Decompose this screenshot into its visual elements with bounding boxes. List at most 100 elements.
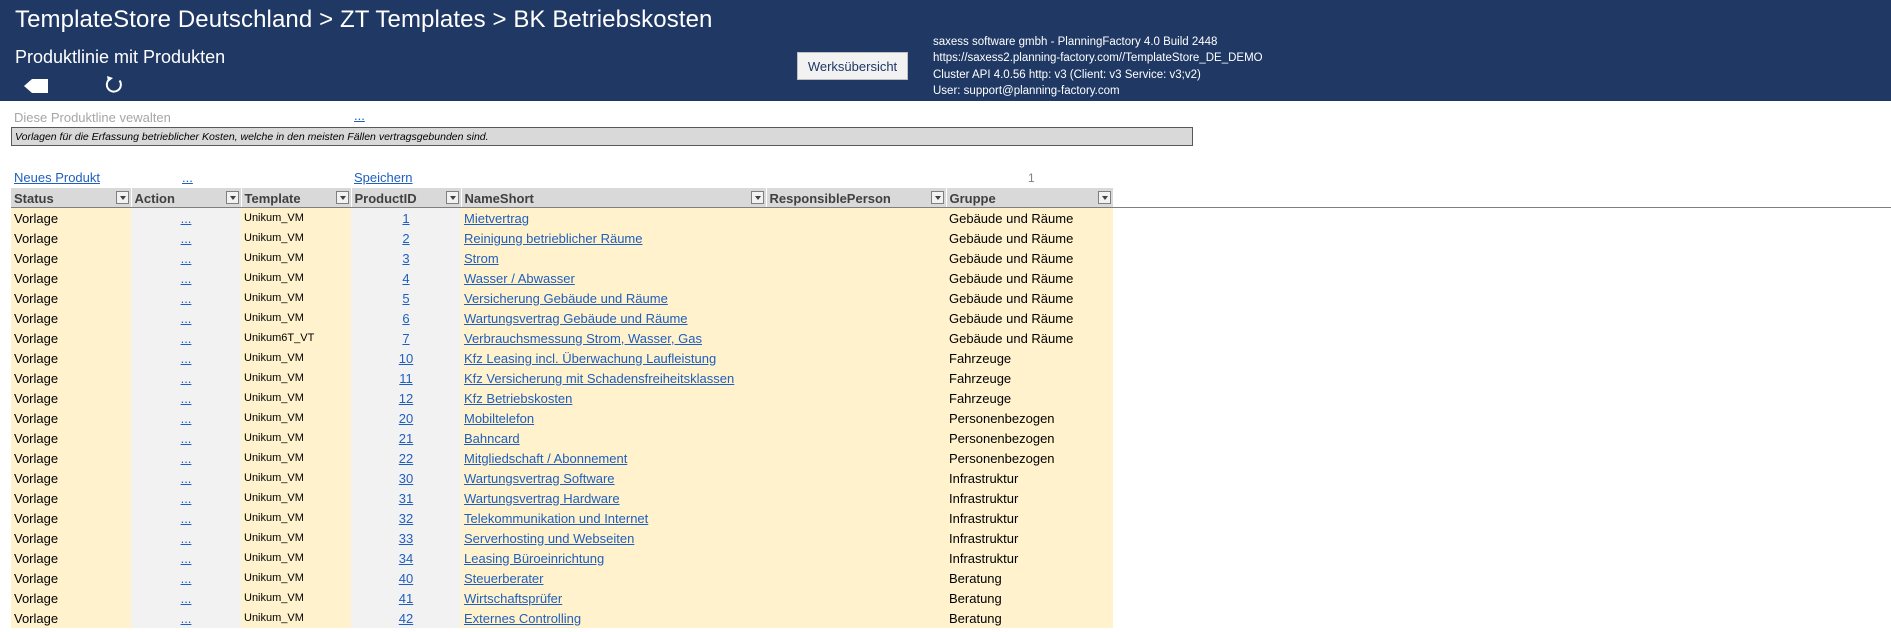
product-id-link[interactable]: 10 xyxy=(399,351,413,366)
product-id-link[interactable]: 5 xyxy=(402,291,409,306)
product-id-link[interactable]: 20 xyxy=(399,411,413,426)
row-action-link[interactable]: ... xyxy=(181,491,192,506)
product-id-link[interactable]: 33 xyxy=(399,531,413,546)
product-name-link[interactable]: Wartungsvertrag Software xyxy=(464,471,615,486)
cell-responsibleperson[interactable] xyxy=(766,448,946,468)
product-name-link[interactable]: Telekommunikation und Internet xyxy=(464,511,648,526)
refresh-icon[interactable] xyxy=(104,75,124,95)
cell-responsibleperson[interactable] xyxy=(766,408,946,428)
product-id-link[interactable]: 34 xyxy=(399,551,413,566)
row-action-link[interactable]: ... xyxy=(181,471,192,486)
cell-responsibleperson[interactable] xyxy=(766,468,946,488)
filter-dropdown-icon[interactable] xyxy=(225,191,239,204)
product-id-link[interactable]: 12 xyxy=(399,391,413,406)
product-name-link[interactable]: Mobiltelefon xyxy=(464,411,534,426)
save-link[interactable]: Speichern xyxy=(354,170,413,185)
filter-dropdown-icon[interactable] xyxy=(115,191,129,204)
product-name-link[interactable]: Strom xyxy=(464,251,499,266)
cell-responsibleperson[interactable] xyxy=(766,348,946,368)
product-id-link[interactable]: 31 xyxy=(399,491,413,506)
product-id-link[interactable]: 22 xyxy=(399,451,413,466)
row-action-link[interactable]: ... xyxy=(181,331,192,346)
cell-responsibleperson[interactable] xyxy=(766,248,946,268)
cell-responsibleperson[interactable] xyxy=(766,528,946,548)
cell-responsibleperson[interactable] xyxy=(766,388,946,408)
product-name-link[interactable]: Mitgliedschaft / Abonnement xyxy=(464,451,627,466)
product-name-link[interactable]: Mietvertrag xyxy=(464,211,529,226)
product-name-link[interactable]: Leasing Büroeinrichtung xyxy=(464,551,604,566)
product-name-link[interactable]: Externes Controlling xyxy=(464,611,581,626)
row-action-link[interactable]: ... xyxy=(181,611,192,626)
product-id-link[interactable]: 3 xyxy=(402,251,409,266)
cell-responsibleperson[interactable] xyxy=(766,488,946,508)
cell-responsibleperson[interactable] xyxy=(766,268,946,288)
row-action-link[interactable]: ... xyxy=(181,271,192,286)
product-id-link[interactable]: 2 xyxy=(402,231,409,246)
product-name-link[interactable]: Bahncard xyxy=(464,431,520,446)
product-name-link[interactable]: Kfz Versicherung mit Schadensfreiheitskl… xyxy=(464,371,734,386)
row-action-link[interactable]: ... xyxy=(181,431,192,446)
cell-status: Vorlage xyxy=(11,208,131,228)
werksuebersicht-button[interactable]: Werksübersicht xyxy=(797,52,908,80)
row-action-link[interactable]: ... xyxy=(181,571,192,586)
row-action-link[interactable]: ... xyxy=(181,351,192,366)
cell-responsibleperson[interactable] xyxy=(766,428,946,448)
action-menu-link[interactable]: ... xyxy=(182,170,193,185)
filter-dropdown-icon[interactable] xyxy=(930,191,944,204)
cell-responsibleperson[interactable] xyxy=(766,308,946,328)
cell-responsibleperson[interactable] xyxy=(766,508,946,528)
filter-dropdown-icon[interactable] xyxy=(750,191,764,204)
product-name-link[interactable]: Wartungsvertrag Gebäude und Räume xyxy=(464,311,688,326)
row-action-link[interactable]: ... xyxy=(181,551,192,566)
cell-responsibleperson[interactable] xyxy=(766,608,946,628)
product-id-link[interactable]: 30 xyxy=(399,471,413,486)
product-name-link[interactable]: Serverhosting und Webseiten xyxy=(464,531,634,546)
product-id-link[interactable]: 40 xyxy=(399,571,413,586)
product-name-link[interactable]: Wartungsvertrag Hardware xyxy=(464,491,620,506)
filter-dropdown-icon[interactable] xyxy=(335,191,349,204)
row-action-link[interactable]: ... xyxy=(181,591,192,606)
product-id-link[interactable]: 7 xyxy=(402,331,409,346)
product-name-link[interactable]: Steuerberater xyxy=(464,571,544,586)
row-action-link[interactable]: ... xyxy=(181,391,192,406)
filter-dropdown-icon[interactable] xyxy=(1097,191,1111,204)
row-action-link[interactable]: ... xyxy=(181,451,192,466)
cell-responsibleperson[interactable] xyxy=(766,548,946,568)
filter-dropdown-icon[interactable] xyxy=(445,191,459,204)
product-id-link[interactable]: 1 xyxy=(402,211,409,226)
row-action-link[interactable]: ... xyxy=(181,411,192,426)
row-action-link[interactable]: ... xyxy=(181,511,192,526)
product-name-link[interactable]: Kfz Leasing incl. Überwachung Laufleistu… xyxy=(464,351,716,366)
row-action-link[interactable]: ... xyxy=(181,531,192,546)
product-id-link[interactable]: 41 xyxy=(399,591,413,606)
cell-responsibleperson[interactable] xyxy=(766,588,946,608)
product-id-link[interactable]: 6 xyxy=(402,311,409,326)
cell-responsibleperson[interactable] xyxy=(766,288,946,308)
row-action-link[interactable]: ... xyxy=(181,251,192,266)
cell-responsibleperson[interactable] xyxy=(766,368,946,388)
row-action-link[interactable]: ... xyxy=(181,291,192,306)
product-id-link[interactable]: 4 xyxy=(402,271,409,286)
product-name-link[interactable]: Wirtschaftsprüfer xyxy=(464,591,562,606)
row-action-link[interactable]: ... xyxy=(181,311,192,326)
product-name-link[interactable]: Kfz Betriebskosten xyxy=(464,391,572,406)
manage-productline-button[interactable]: ... xyxy=(354,108,365,123)
product-id-link[interactable]: 21 xyxy=(399,431,413,446)
row-action-link[interactable]: ... xyxy=(181,371,192,386)
row-action-link[interactable]: ... xyxy=(181,211,192,226)
cell-action: ... xyxy=(131,448,241,468)
product-id-link[interactable]: 32 xyxy=(399,511,413,526)
cell-responsibleperson[interactable] xyxy=(766,568,946,588)
product-id-link[interactable]: 42 xyxy=(399,611,413,626)
product-id-link[interactable]: 11 xyxy=(399,371,413,386)
cell-responsibleperson[interactable] xyxy=(766,228,946,248)
new-product-link[interactable]: Neues Produkt xyxy=(14,170,100,185)
cell-responsibleperson[interactable] xyxy=(766,208,946,228)
back-arrow-icon[interactable] xyxy=(24,78,50,94)
cell-responsibleperson[interactable] xyxy=(766,328,946,348)
row-action-link[interactable]: ... xyxy=(181,231,192,246)
product-name-link[interactable]: Wasser / Abwasser xyxy=(464,271,575,286)
product-name-link[interactable]: Verbrauchsmessung Strom, Wasser, Gas xyxy=(464,331,702,346)
product-name-link[interactable]: Versicherung Gebäude und Räume xyxy=(464,291,668,306)
product-name-link[interactable]: Reinigung betrieblicher Räume xyxy=(464,231,643,246)
